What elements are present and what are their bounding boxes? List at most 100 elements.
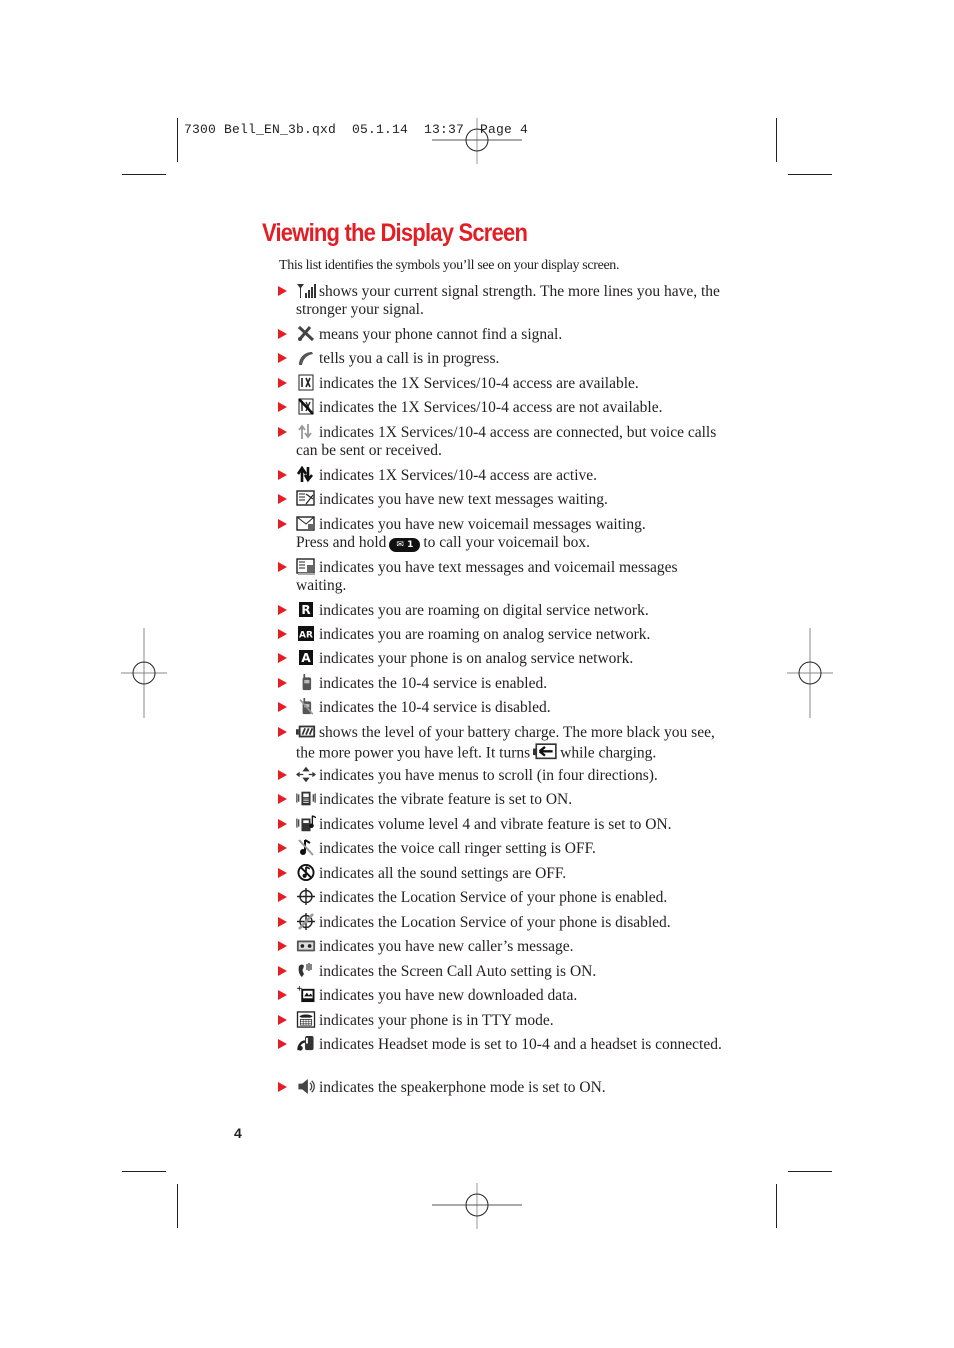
crop-mark (122, 1171, 166, 1172)
item-description: indicates the Location Service of your p… (319, 889, 668, 906)
crop-mark (122, 174, 166, 175)
bullet-arrow-icon (278, 562, 287, 572)
intro-text: This list identifies the symbols you’ll … (279, 258, 620, 273)
bullet-arrow-icon (278, 653, 287, 663)
roaming-analog-icon: AR (296, 625, 316, 642)
list-item: indicates the Location Service of your p… (278, 913, 728, 932)
list-item: indicates 1X Services/10-4 access are ac… (278, 466, 728, 485)
page-title: Viewing the Display Screen (262, 219, 528, 247)
location-on-icon (296, 888, 316, 905)
bullet-arrow-icon (278, 941, 287, 951)
list-item: indicates volume level 4 and vibrate fea… (278, 815, 728, 834)
item-description: indicates the speakerphone mode is set t… (319, 1079, 606, 1096)
item-description: indicates the Location Service of your p… (319, 914, 671, 931)
item-description: indicates you are roaming on analog serv… (319, 626, 651, 643)
item-text: Rindicates you are roaming on digital se… (296, 601, 728, 620)
bullet-arrow-icon (278, 605, 287, 615)
item-description: means your phone cannot find a signal. (319, 326, 563, 343)
item-text: indicates you have new caller’s message. (296, 937, 728, 956)
bullet-arrow-icon (278, 917, 287, 927)
list-item: indicates the 10-4 service is disabled. (278, 698, 728, 717)
item-description: indicates the 10-4 service is disabled. (319, 699, 551, 716)
list-item: indicates you have new downloaded data. (278, 986, 728, 1005)
crop-mark (177, 1184, 178, 1228)
item-text: indicates the 1X Services/10-4 access ar… (296, 374, 728, 393)
list-item: indicates you have text messages and voi… (278, 558, 728, 595)
item-description: tells you a call is in progress. (319, 350, 500, 367)
list-item: indicates the 10-4 service is enabled. (278, 674, 728, 693)
item-description: indicates the 1X Services/10-4 access ar… (319, 399, 663, 416)
item-text: indicates the 10-4 service is disabled. (296, 698, 728, 717)
bullet-arrow-icon (278, 519, 287, 529)
item-text: indicates the Location Service of your p… (296, 913, 728, 932)
item-text: indicates you have new downloaded data. (296, 986, 728, 1005)
item-text: indicates the 10-4 service is enabled. (296, 674, 728, 693)
location-off-icon (296, 913, 316, 930)
svg-text:R: R (301, 603, 310, 617)
analog-network-icon: A (296, 649, 316, 666)
bullet-arrow-icon (278, 378, 287, 388)
signal-strength-icon (296, 282, 316, 299)
battery-charging-icon (533, 742, 557, 760)
list-item: shows the level of your battery charge. … (278, 723, 728, 763)
item-description: indicates 1X Services/10-4 access are co… (296, 424, 717, 459)
list-item: indicates the 1X Services/10-4 access ar… (278, 374, 728, 393)
bullet-arrow-icon (278, 629, 287, 639)
volume4-vibrate-icon (296, 815, 316, 832)
registration-mark-top (432, 118, 522, 164)
list-item: indicates Headset mode is set to 10-4 an… (278, 1035, 728, 1054)
item-text: indicates the speakerphone mode is set t… (296, 1078, 728, 1097)
bullet-arrow-icon (278, 702, 287, 712)
bullet-arrow-icon (278, 1082, 287, 1092)
item-description-end: while charging. (560, 744, 657, 762)
list-item: indicates the Screen Call Auto setting i… (278, 962, 728, 981)
no-signal-icon (296, 325, 316, 342)
bullet-arrow-icon (278, 966, 287, 976)
svg-text:AR: AR (299, 631, 313, 641)
item-text: means your phone cannot find a signal. (296, 325, 728, 344)
item-description: indicates volume level 4 and vibrate fea… (319, 816, 672, 833)
list-item: indicates you have menus to scroll (in f… (278, 766, 728, 785)
bullet-arrow-icon (278, 990, 287, 1000)
svg-text:A: A (301, 651, 311, 665)
item-text: shows your current signal strength. The … (296, 282, 728, 319)
item-description: indicates your phone is on analog servic… (319, 650, 634, 667)
item-text: indicates your phone is in TTY mode. (296, 1011, 728, 1030)
item-text: indicates volume level 4 and vibrate fea… (296, 815, 728, 834)
item-text: indicates you have new voicemail message… (296, 515, 728, 552)
bullet-arrow-icon (278, 402, 287, 412)
item-description: indicates you have menus to scroll (in f… (319, 767, 658, 784)
bullet-arrow-icon (278, 470, 287, 480)
list-item: indicates you have new text messages wai… (278, 490, 728, 509)
bullet-arrow-icon (278, 427, 287, 437)
list-item: indicates the Location Service of your p… (278, 888, 728, 907)
item-text: shows the level of your battery charge. … (296, 723, 728, 763)
item-text: indicates 1X Services/10-4 access are ac… (296, 466, 728, 485)
1x-connected-icon (296, 423, 316, 440)
item-description: indicates Headset mode is set to 10-4 an… (319, 1036, 722, 1053)
list-item: indicates you have new voicemail message… (278, 515, 728, 552)
list-item: indicates all the sound settings are OFF… (278, 864, 728, 883)
item-text: indicates you have menus to scroll (in f… (296, 766, 728, 785)
item-text: indicates the vibrate feature is set to … (296, 790, 728, 809)
1x-available-icon (296, 374, 316, 391)
list-item: indicates the vibrate feature is set to … (278, 790, 728, 809)
list-item: shows your current signal strength. The … (278, 282, 728, 319)
four-way-scroll-icon (296, 766, 316, 783)
crop-mark (177, 118, 178, 162)
bullet-arrow-icon (278, 819, 287, 829)
item-description: indicates the Screen Call Auto setting i… (319, 963, 597, 980)
headset-10-4-icon (296, 1035, 316, 1052)
list-item: indicates you have new caller’s message. (278, 937, 728, 956)
list-item: indicates the voice call ringer setting … (278, 839, 728, 858)
list-item: Aindicates your phone is on analog servi… (278, 649, 728, 668)
crop-mark (776, 1184, 777, 1228)
item-description: indicates you have new downloaded data. (319, 987, 578, 1004)
list-item: indicates 1X Services/10-4 access are co… (278, 423, 728, 460)
item-description: indicates you have text messages and voi… (296, 559, 678, 594)
item-description: indicates you have new text messages wai… (319, 491, 608, 508)
bullet-arrow-icon (278, 1015, 287, 1025)
item-description: indicates the 10-4 service is enabled. (319, 675, 548, 692)
downloaded-data-icon (296, 986, 316, 1003)
crop-mark (788, 1171, 832, 1172)
